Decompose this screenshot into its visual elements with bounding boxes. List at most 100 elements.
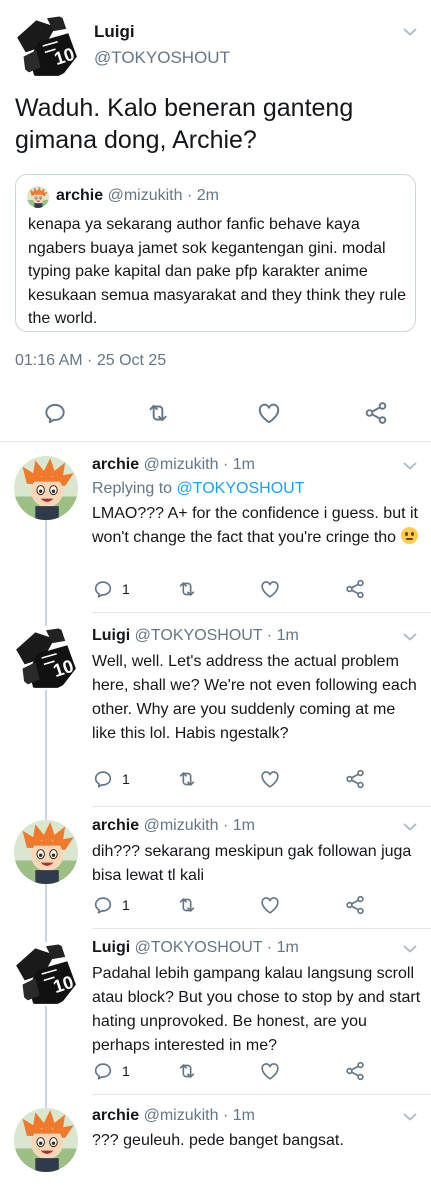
replying-to-handle[interactable]: @TOKYOSHOUT — [177, 480, 305, 497]
reply-tweet[interactable]: archie @mizukith · 1m ??? geuleuh. pede … — [0, 1094, 431, 1200]
quoted-tweet-header: archie @mizukith · 2m — [56, 187, 219, 205]
author-name[interactable]: Luigi — [94, 22, 135, 42]
share-icon — [363, 400, 389, 426]
tweet-text: Waduh. Kalo beneran ganteng gimana dong,… — [15, 94, 354, 154]
reply-button[interactable]: 1 — [92, 768, 130, 790]
retweet-button[interactable] — [176, 894, 198, 916]
share-icon — [344, 894, 366, 916]
reply-button[interactable]: 1 — [92, 1060, 130, 1082]
like-icon — [256, 400, 282, 426]
main-tweet: Luigi @TOKYOSHOUT Waduh. Kalo beneran ga… — [0, 0, 431, 441]
author-name[interactable]: Luigi — [92, 939, 130, 956]
share-icon — [344, 768, 366, 790]
replying-to: Replying to @TOKYOSHOUT — [92, 480, 304, 498]
like-icon — [259, 578, 281, 600]
chevron-down-icon[interactable] — [403, 944, 417, 954]
avatar[interactable] — [14, 1108, 78, 1172]
retweet-button[interactable] — [176, 1060, 198, 1082]
thread-line — [45, 884, 47, 928]
luigi-avatar-image — [14, 626, 78, 690]
thread-line — [45, 690, 47, 806]
like-icon — [259, 894, 281, 916]
author-name[interactable]: archie — [92, 1107, 139, 1124]
reply-icon — [92, 768, 114, 790]
chevron-down-icon[interactable] — [403, 632, 417, 642]
reply-header: Luigi @TOKYOSHOUT · 1m — [92, 627, 299, 645]
thread-line — [45, 504, 47, 612]
author-meta: @mizukith · 1m — [143, 1107, 255, 1124]
retweet-icon — [176, 1060, 198, 1082]
reply-icon — [42, 400, 68, 426]
luigi-avatar-image — [15, 14, 79, 78]
tweet-timestamp[interactable]: 01:16 AM · 25 Oct 25 — [15, 352, 166, 370]
avatar[interactable] — [15, 14, 79, 78]
share-icon — [344, 578, 366, 600]
author-name[interactable]: archie — [92, 817, 139, 834]
avatar[interactable] — [14, 820, 78, 884]
retweet-button[interactable] — [176, 768, 198, 790]
reply-tweet[interactable]: archie @mizukith · 1m Replying to @TOKYO… — [0, 442, 431, 612]
chevron-down-icon[interactable] — [403, 1112, 417, 1122]
quoted-author-meta: @mizukith · 2m — [107, 187, 219, 204]
author-meta: @TOKYOSHOUT · 1m — [134, 939, 299, 956]
grimacing-emoji — [400, 527, 418, 544]
reply-count: 1 — [122, 771, 130, 787]
share-button[interactable] — [344, 578, 366, 600]
author-meta: @mizukith · 1m — [143, 817, 255, 834]
replying-to-label: Replying to — [92, 480, 173, 497]
share-button[interactable] — [363, 400, 389, 426]
quoted-author-name: archie — [56, 187, 104, 204]
reply-header: archie @mizukith · 1m — [92, 456, 255, 474]
reply-tweet[interactable]: Luigi @TOKYOSHOUT · 1m Well, well. Let's… — [0, 612, 431, 806]
chevron-down-icon[interactable] — [403, 822, 417, 832]
like-button[interactable] — [259, 578, 281, 600]
share-button[interactable] — [344, 768, 366, 790]
reply-icon — [92, 894, 114, 916]
like-button[interactable] — [259, 768, 281, 790]
reply-header: archie @mizukith · 1m — [92, 1107, 255, 1125]
like-icon — [259, 1060, 281, 1082]
like-button[interactable] — [256, 400, 282, 426]
reply-icon — [92, 1060, 114, 1082]
reply-header: archie @mizukith · 1m — [92, 817, 255, 835]
reply-count: 1 — [122, 897, 130, 913]
thread-line — [45, 612, 47, 626]
retweet-icon — [176, 578, 198, 600]
reply-button[interactable]: 1 — [92, 894, 130, 916]
share-button[interactable] — [344, 1060, 366, 1082]
retweet-button[interactable] — [145, 400, 171, 426]
reply-tweet[interactable]: Luigi @TOKYOSHOUT · 1m Padahal lebih gam… — [0, 928, 431, 1094]
author-meta: @TOKYOSHOUT · 1m — [134, 627, 299, 644]
reply-count: 1 — [122, 581, 130, 597]
reply-text: Padahal lebih gampang kalau langsung scr… — [92, 965, 421, 1054]
avatar — [27, 186, 49, 208]
tweet-actions — [0, 396, 431, 432]
avatar[interactable] — [14, 626, 78, 690]
thread-line — [45, 928, 47, 942]
reply-header: Luigi @TOKYOSHOUT · 1m — [92, 939, 299, 957]
avatar[interactable] — [14, 456, 78, 520]
reply-button[interactable] — [42, 400, 68, 426]
avatar[interactable] — [14, 942, 78, 1006]
thread-line — [45, 806, 47, 820]
quoted-tweet-text: kenapa ya sekarang author fanfic behave … — [28, 216, 406, 327]
reply-tweet[interactable]: archie @mizukith · 1m dih??? sekarang me… — [0, 806, 431, 928]
author-meta: @mizukith · 1m — [143, 456, 255, 473]
chevron-down-icon[interactable] — [403, 27, 417, 37]
quoted-tweet[interactable]: archie @mizukith · 2m kenapa ya sekarang… — [15, 174, 416, 332]
author-name[interactable]: archie — [92, 456, 139, 473]
archie-avatar-image — [14, 1108, 78, 1172]
chevron-down-icon[interactable] — [403, 461, 417, 471]
retweet-icon — [145, 400, 171, 426]
author-name[interactable]: Luigi — [92, 627, 130, 644]
like-button[interactable] — [259, 1060, 281, 1082]
luigi-avatar-image — [14, 942, 78, 1006]
share-button[interactable] — [344, 894, 366, 916]
reply-text: ??? geuleuh. pede banget bangsat. — [92, 1132, 344, 1149]
reply-text: dih??? sekarang meskipun gak followan ju… — [92, 843, 412, 884]
reply-button[interactable]: 1 — [92, 578, 130, 600]
author-handle[interactable]: @TOKYOSHOUT — [94, 48, 230, 68]
retweet-button[interactable] — [176, 578, 198, 600]
reply-text-content: LMAO??? A+ for the confidence i guess. b… — [92, 505, 418, 546]
like-button[interactable] — [259, 894, 281, 916]
